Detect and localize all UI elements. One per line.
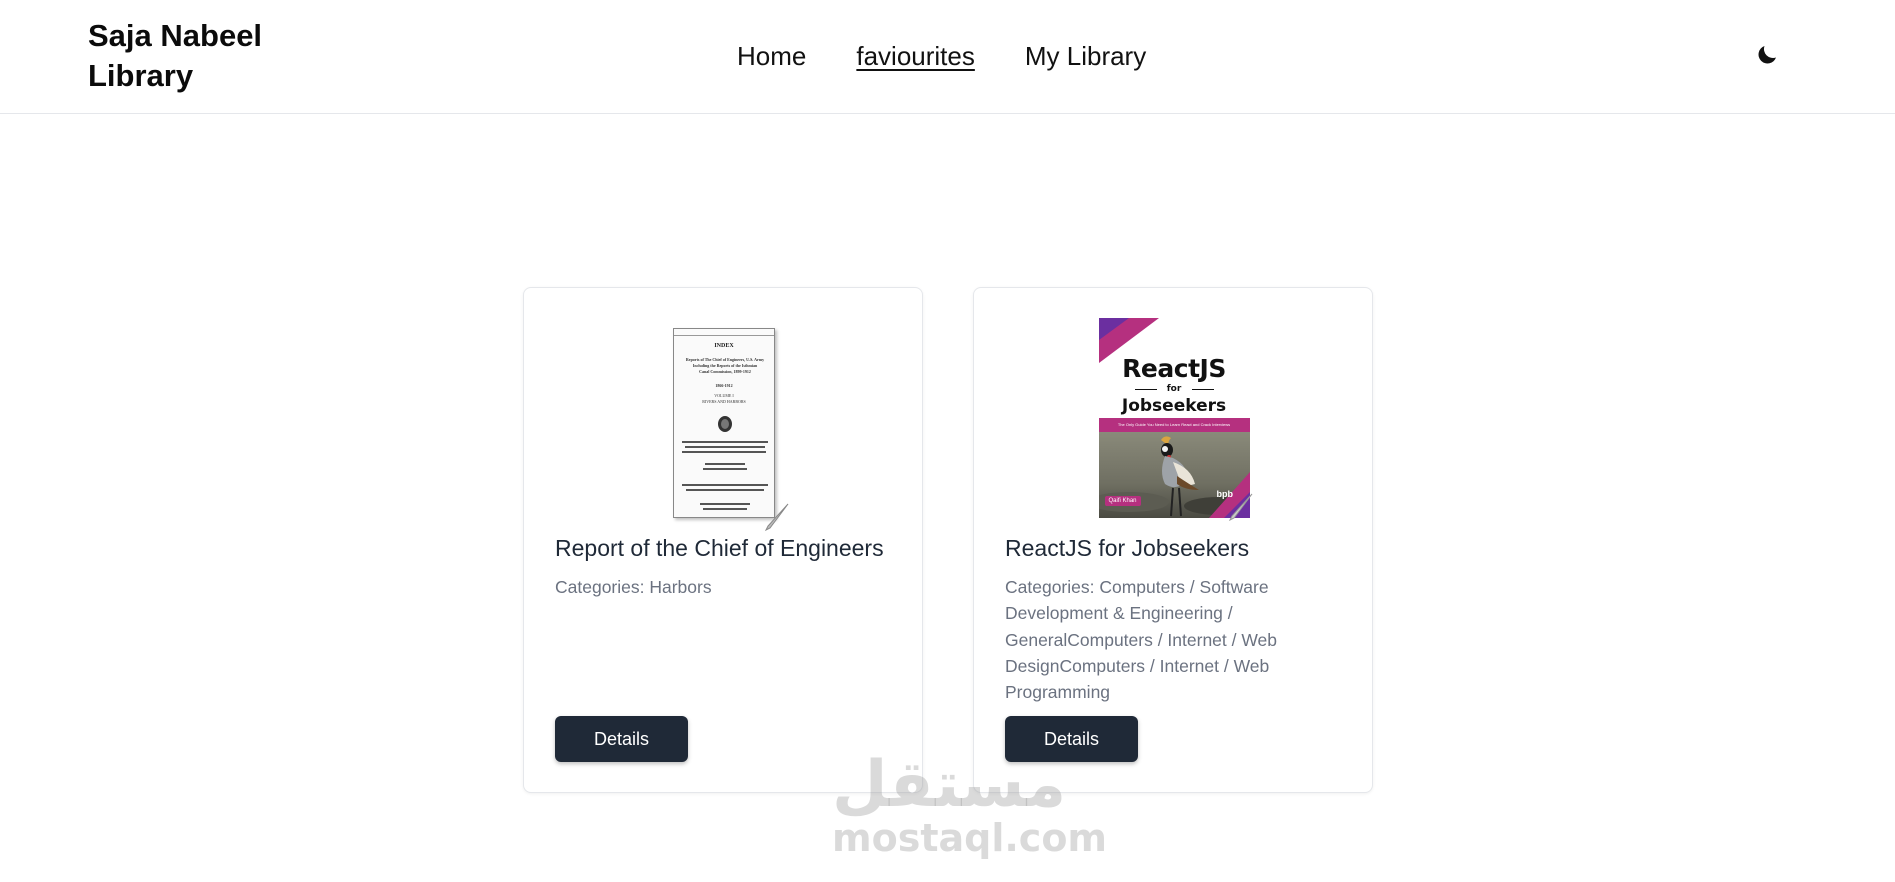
book-categories: Categories: Harbors [555,577,712,597]
cover-subtitle: Reports of The Chief of Engineers, U.S. … [685,357,765,362]
theme-toggle-button[interactable] [1754,40,1782,68]
quill-icon [764,503,789,532]
top-navbar: Saja Nabeel Library Home faviourites My … [0,0,1895,114]
quill-icon [1228,493,1253,522]
eagle-seal-icon [718,416,732,432]
cover-subtitle-3: Canal Commission, 1899-1912 [699,369,751,374]
book-cover-image[interactable]: INDEX Reports of The Chief of Engineers,… [673,328,775,518]
moon-icon [1758,46,1776,64]
details-button[interactable]: Details [1005,716,1138,762]
cover-author: Qaifi Khan [1104,496,1141,506]
book-title[interactable]: ReactJS for Jobseekers [1005,532,1355,564]
cover-title-react: ReactJS [1122,354,1226,383]
details-button[interactable]: Details [555,716,688,762]
book-cover-container: INDEX Reports of The Chief of Engineers,… [524,318,924,532]
cover-title-jobseekers: Jobseekers [1121,396,1227,416]
book-cover-image[interactable]: ReactJS for Jobseekers The Only Guide Yo… [1098,318,1250,518]
cover-volume: VOLUME I [714,393,734,398]
cover-tagline: The Only Guide You Need to Learn React a… [1117,422,1231,427]
main-nav: Home faviourites My Library [737,38,1146,74]
book-card: INDEX Reports of The Chief of Engineers,… [523,287,923,793]
nav-link-home[interactable]: Home [737,38,806,74]
cover-title-for: for [1166,384,1182,394]
book-title[interactable]: Report of the Chief of Engineers [555,532,905,564]
cover-years: 1866-1912 [715,383,733,388]
watermark-latin: mostaql.com [832,816,1108,860]
cover-subtitle-2: Including the Reports of the Isthmian [692,363,758,368]
book-card: ReactJS for Jobseekers The Only Guide Yo… [973,287,1373,793]
book-cover-container: ReactJS for Jobseekers The Only Guide Yo… [974,318,1374,522]
cover-volume-sub: RIVERS AND HARBORS [702,399,746,404]
book-categories: Categories: Computers / Software Develop… [1005,577,1278,703]
site-brand[interactable]: Saja Nabeel Library [88,16,308,96]
nav-link-my-library[interactable]: My Library [1025,38,1146,74]
cover-heading: INDEX [714,343,734,349]
nav-link-favourites[interactable]: faviourites [856,38,975,74]
